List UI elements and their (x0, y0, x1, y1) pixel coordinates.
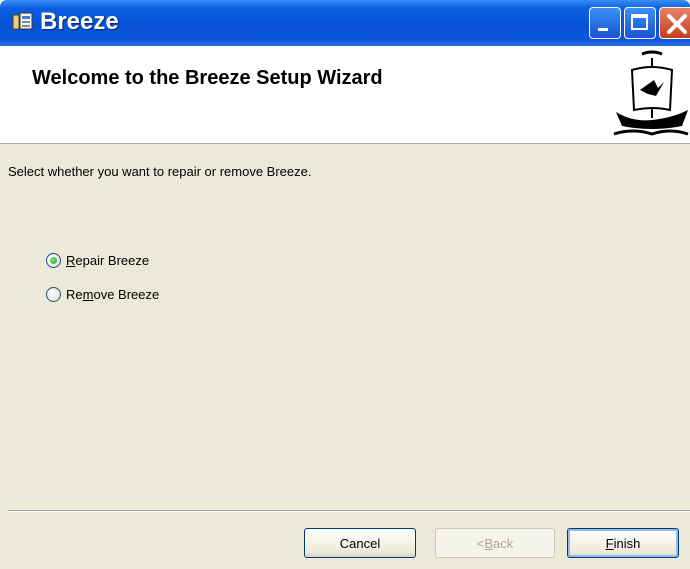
repair-label[interactable]: Repair Breeze (66, 253, 149, 268)
cancel-button[interactable]: Cancel (304, 528, 416, 558)
repair-option[interactable]: Repair Breeze (46, 253, 149, 268)
back-button[interactable]: < Back (435, 528, 555, 558)
page-title: Welcome to the Breeze Setup Wizard (32, 67, 383, 89)
instruction-text: Select whether you want to repair or rem… (8, 164, 312, 179)
window-title: Breeze (40, 8, 119, 35)
remove-radio[interactable] (46, 287, 61, 302)
close-icon (667, 14, 687, 34)
footer-divider (8, 510, 690, 512)
minimize-button[interactable] (589, 7, 621, 39)
remove-label[interactable]: Remove Breeze (66, 287, 159, 302)
ship-logo-icon (613, 50, 689, 136)
minimize-icon (598, 28, 608, 31)
repair-radio[interactable] (46, 253, 61, 268)
maximize-button[interactable] (624, 7, 656, 39)
title-bar[interactable]: Breeze (0, 0, 690, 46)
installer-app-icon (12, 11, 34, 33)
header-banner: Welcome to the Breeze Setup Wizard (0, 46, 690, 144)
remove-option[interactable]: Remove Breeze (46, 287, 159, 302)
close-button[interactable] (659, 7, 690, 39)
finish-button[interactable]: Finish (567, 528, 679, 558)
maximize-icon (631, 14, 648, 30)
